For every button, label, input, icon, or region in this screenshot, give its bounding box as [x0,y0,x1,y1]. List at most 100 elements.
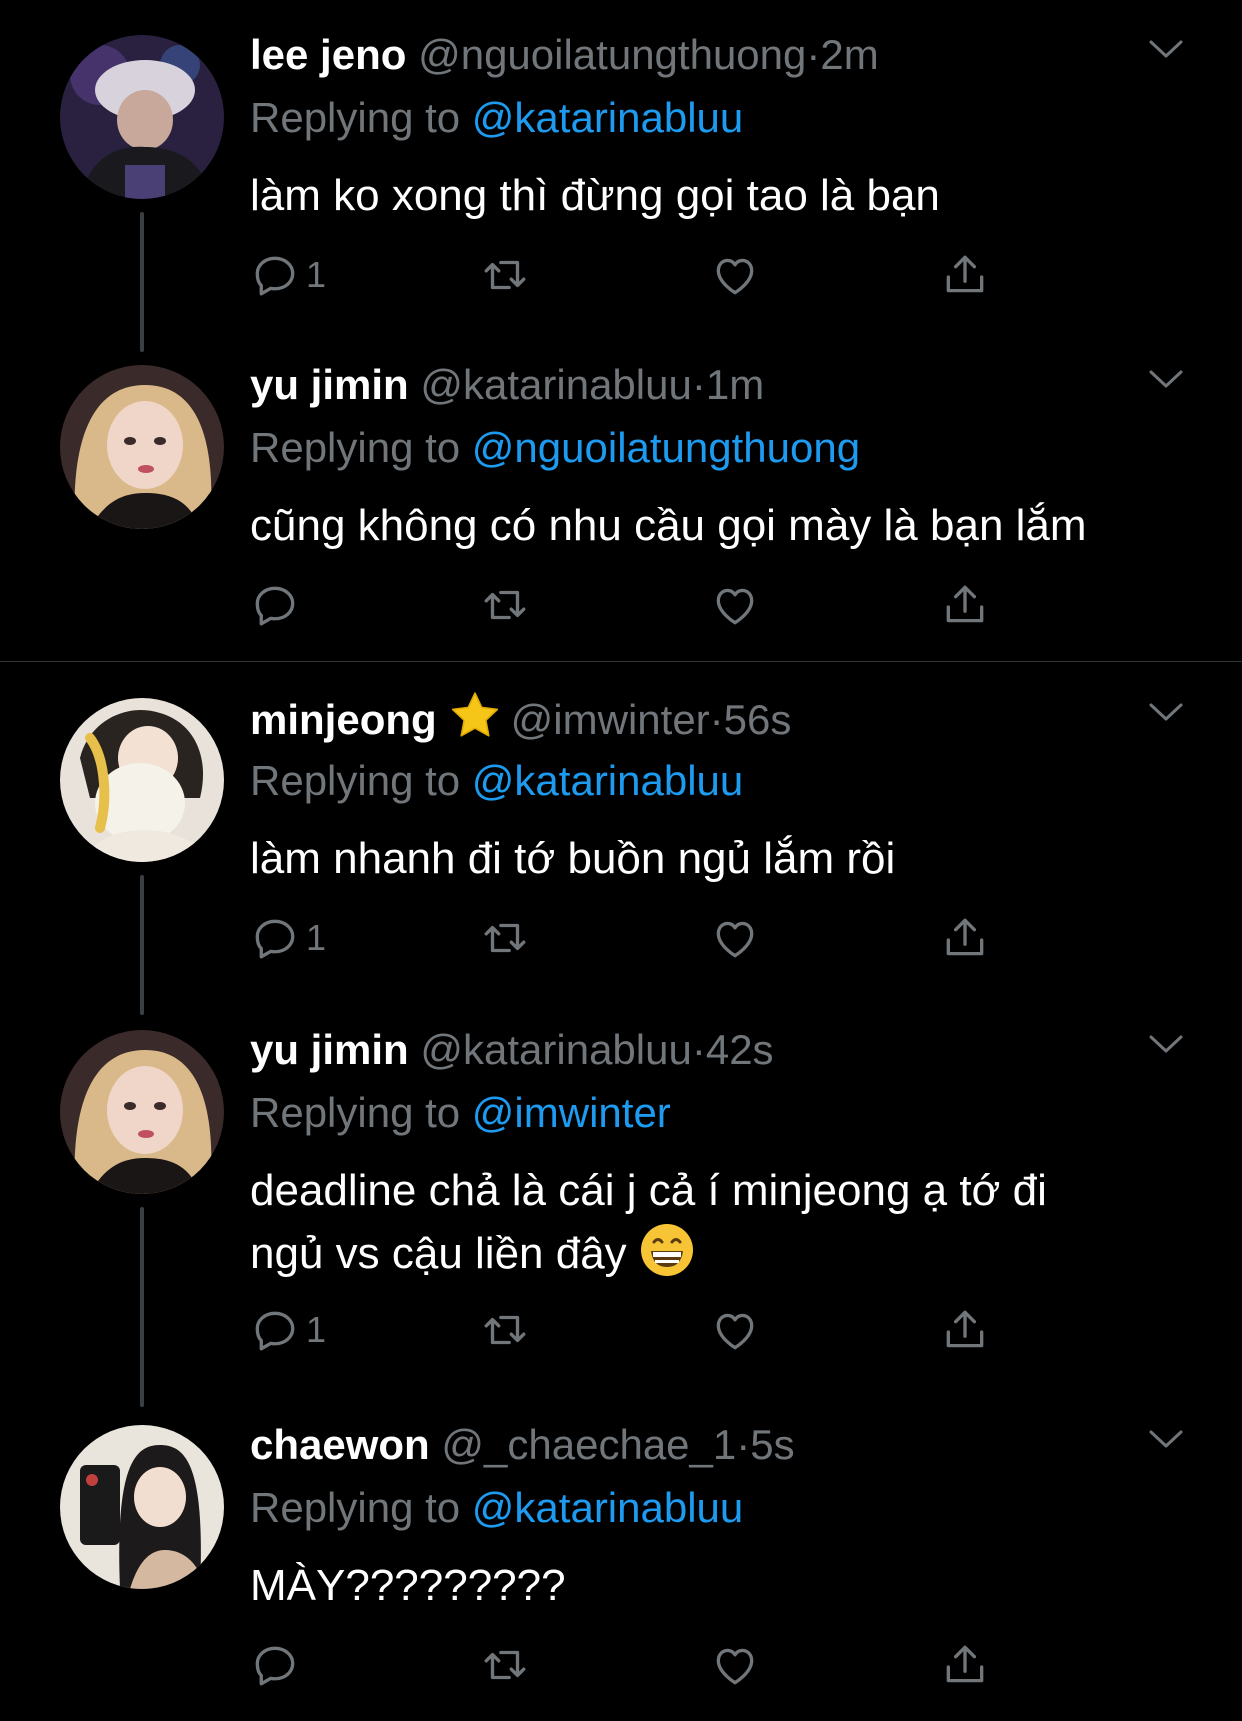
share-button[interactable] [940,1635,990,1695]
replying-to: Replying to @katarinabluu [250,753,743,809]
replying-label: Replying to [250,1484,461,1531]
retweet-button[interactable] [480,245,530,305]
reply-button[interactable]: 1 [250,245,326,305]
like-button[interactable] [710,1300,760,1360]
mention-link[interactable]: @katarinabluu [472,94,743,141]
like-button[interactable] [710,245,760,305]
avatar[interactable] [60,365,224,529]
like-button[interactable] [710,1635,760,1695]
like-button[interactable] [710,575,760,635]
reply-button[interactable] [250,1635,306,1695]
retweet-icon [480,1640,530,1690]
reply-button[interactable] [250,575,306,635]
share-icon [940,250,990,300]
tweet-text: cũng không có nhu cầu gọi mày là bạn lắm [250,501,1087,550]
heart-icon [710,250,760,300]
tweet-text: làm ko xong thì đừng gọi tao là bạn [250,171,940,220]
separator-dot: · [691,1026,706,1073]
tweet-header: yu jimin @katarinabluu·42s [250,1022,774,1078]
separator-dot: · [709,696,724,743]
replying-label: Replying to [250,94,461,141]
action-bar: 1 [250,245,1010,305]
tweet[interactable]: yu jimin @katarinabluu·1m Replying to @n… [0,330,1242,660]
handle[interactable]: @nguoilatungthuong [418,31,806,78]
retweet-button[interactable] [480,1635,530,1695]
display-name[interactable]: yu jimin [250,1026,409,1073]
tweet-text-line-with-emoji: ngủ vs cậu liền đây [250,1222,1190,1285]
chevron-down-icon[interactable] [1148,1428,1184,1450]
retweet-icon [480,250,530,300]
tweet-text: làm nhanh đi tớ buồn ngủ lắm rồi [250,834,896,883]
divider [0,661,1242,662]
tweet[interactable]: lee jeno @nguoilatungthuong·2m Replying … [0,0,1242,360]
heart-icon [710,580,760,630]
action-bar [250,575,1010,635]
chevron-down-icon[interactable] [1148,701,1184,723]
retweet-button[interactable] [480,1300,530,1360]
display-name[interactable]: lee jeno [250,31,406,78]
retweet-icon [480,913,530,963]
action-bar: 1 [250,908,1010,968]
chevron-down-icon[interactable] [1148,368,1184,390]
mention-link[interactable]: @imwinter [472,1089,671,1136]
replying-to: Replying to @katarinabluu [250,1480,743,1536]
timestamp[interactable]: 1m [706,361,764,408]
tweet-text: deadline chả là cái j cả í minjeong ạ tớ… [250,1160,1190,1285]
retweet-button[interactable] [480,575,530,635]
tweet-text-line: ngủ vs cậu liền đây [250,1229,627,1278]
display-name[interactable]: minjeong [250,696,437,743]
share-button[interactable] [940,908,990,968]
replying-to: Replying to @katarinabluu [250,90,743,146]
retweet-icon [480,580,530,630]
tweet[interactable]: yu jimin @katarinabluu·42s Replying to @… [0,995,1242,1407]
timestamp[interactable]: 42s [706,1026,774,1073]
tweet-header: chaewon @_chaechae_1·5s [250,1417,795,1473]
display-name[interactable]: yu jimin [250,361,409,408]
handle[interactable]: @_chaechae_1 [441,1421,736,1468]
tweet-header: minjeong @imwinter·56s [250,690,791,746]
tweet[interactable]: chaewon @_chaechae_1·5s Replying to @kat… [0,1390,1242,1721]
separator-dot: · [806,31,821,78]
reply-count: 1 [306,917,327,958]
separator-dot: · [736,1421,751,1468]
like-button[interactable] [710,908,760,968]
tweet-text-line: deadline chả là cái j cả í minjeong ạ tớ… [250,1166,1047,1215]
share-icon [940,913,990,963]
chevron-down-icon[interactable] [1148,38,1184,60]
mention-link[interactable]: @nguoilatungthuong [472,424,860,471]
retweet-button[interactable] [480,908,530,968]
handle[interactable]: @katarinabluu [420,361,691,408]
timestamp[interactable]: 56s [724,696,792,743]
tweet-text: MÀY????????? [250,1561,566,1610]
avatar[interactable] [60,1425,224,1589]
heart-icon [710,913,760,963]
tweet[interactable]: minjeong @imwinter·56s Replying to @katar… [0,663,1242,1023]
reply-button[interactable]: 1 [250,1300,326,1360]
reply-icon [250,250,300,300]
share-button[interactable] [940,245,990,305]
avatar[interactable] [60,698,224,862]
action-bar [250,1635,1010,1695]
avatar[interactable] [60,35,224,199]
share-button[interactable] [940,575,990,635]
replying-to: Replying to @imwinter [250,1085,671,1141]
reply-icon [250,1305,300,1355]
heart-icon [710,1640,760,1690]
reply-button[interactable]: 1 [250,908,326,968]
avatar[interactable] [60,1030,224,1194]
reply-icon [250,913,300,963]
share-button[interactable] [940,1300,990,1360]
mention-link[interactable]: @katarinabluu [472,1484,743,1531]
handle[interactable]: @imwinter [511,696,710,743]
display-name[interactable]: chaewon [250,1421,430,1468]
handle[interactable]: @katarinabluu [420,1026,691,1073]
timestamp[interactable]: 5s [750,1421,794,1468]
replying-to: Replying to @nguoilatungthuong [250,420,860,476]
reply-icon [250,580,300,630]
mention-link[interactable]: @katarinabluu [472,757,743,804]
timestamp[interactable]: 2m [820,31,878,78]
tweet-header: yu jimin @katarinabluu·1m [250,357,764,413]
chevron-down-icon[interactable] [1148,1033,1184,1055]
separator-dot: · [691,361,706,408]
share-icon [940,1640,990,1690]
